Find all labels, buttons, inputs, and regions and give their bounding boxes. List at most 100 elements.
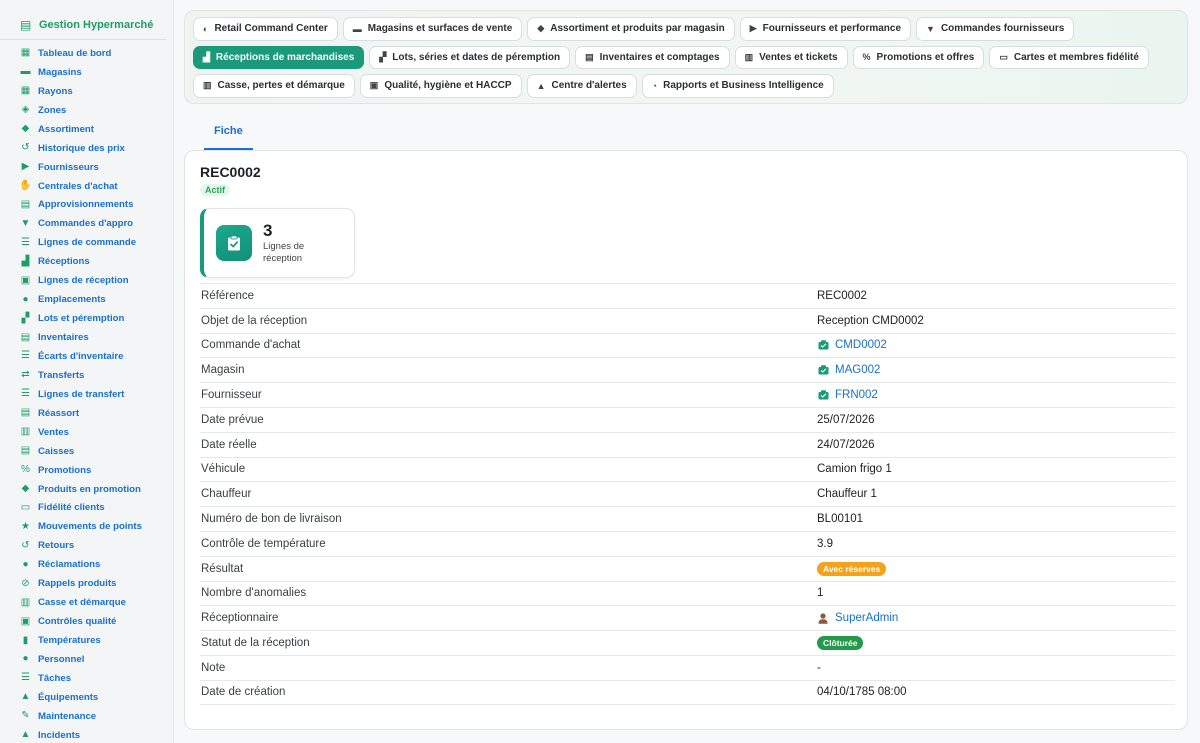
sidebar-item-historique-des-prix[interactable]: ↺ Historique des prix — [0, 139, 173, 158]
sidebar-item-equipements[interactable]: ▲ Équipements — [0, 688, 173, 707]
sidebar-item-magasins[interactable]: ▬ Magasins — [0, 63, 173, 82]
sidebar-item-lignes-de-reception[interactable]: ▣ Lignes de réception — [0, 271, 173, 290]
sidebar-item-fournisseurs[interactable]: ▶ Fournisseurs — [0, 158, 173, 177]
receptionnaire-link[interactable]: SuperAdmin — [835, 612, 898, 624]
receipt-icon: ▥ — [20, 426, 31, 438]
sidebar-item-approvisionnements[interactable]: ▤ Approvisionnements — [0, 196, 173, 215]
module-chip[interactable]: ▥ Ventes et tickets — [734, 45, 848, 69]
module-chip[interactable]: ▶ Fournisseurs et performance — [739, 17, 912, 41]
module-chip[interactable]: ▤ Inventaires et comptages — [575, 45, 730, 69]
field-label: Date prévue — [201, 413, 264, 426]
sidebar-item-personnel[interactable]: ● Personnel — [0, 650, 173, 669]
plug-icon: ▲ — [20, 691, 31, 703]
magasin-link[interactable]: MAG002 — [835, 364, 880, 376]
sidebar-item-zones[interactable]: ◈ Zones — [0, 101, 173, 120]
sidebar-brand[interactable]: ▤ Gestion Hypermarché — [0, 0, 167, 40]
sidebar-item-rappels-produits[interactable]: ⊘ Rappels produits — [0, 574, 173, 593]
commande-link[interactable]: CMD0002 — [835, 339, 887, 351]
field-label: Date réelle — [201, 438, 257, 451]
history-icon: ↺ — [21, 142, 30, 154]
sidebar-item-transferts[interactable]: ⇄ Transferts — [0, 366, 173, 385]
user-icon: ● — [22, 653, 29, 665]
module-chip[interactable]: % Promotions et offres — [852, 45, 985, 69]
sidebar-item-commandes-d-appro[interactable]: ▼ Commandes d'appro — [0, 214, 173, 233]
sidebar-item-casse-et-demarque[interactable]: ▥ Casse et démarque — [0, 593, 173, 612]
sidebar-item-mouvements-de-points[interactable]: ★ Mouvements de points — [0, 517, 173, 536]
cart-icon: ▼ — [20, 217, 31, 229]
sidebar-item-reclamations[interactable]: ● Réclamations — [0, 555, 173, 574]
sidebar-item-ventes[interactable]: ▥ Ventes — [0, 423, 173, 442]
sidebar-item-label: Incidents — [38, 729, 81, 741]
sidebar-item-promotions[interactable]: % Promotions — [0, 461, 173, 480]
module-chip[interactable]: ▲ Centre d'alertes — [526, 74, 637, 98]
sidebar-item-caisses[interactable]: ▤ Caisses — [0, 442, 173, 461]
module-chip[interactable]: ◔ Rapports et Business Intelligence — [641, 74, 834, 98]
detail-row-date-reelle: Date réelle 24/07/2026 — [200, 431, 1175, 457]
linked-record-icon — [817, 340, 829, 351]
field-value: 25/07/2026 — [817, 413, 875, 426]
sidebar-item-lignes-de-commande[interactable]: ☰ Lignes de commande — [0, 233, 173, 252]
sidebar-item-controles-qualite[interactable]: ▣ Contrôles qualité — [0, 612, 173, 631]
module-chip[interactable]: ▥ Casse, pertes et démarque — [193, 74, 355, 98]
module-chip[interactable]: ▭ Cartes et membres fidélité — [989, 45, 1149, 69]
list-icon: ☰ — [21, 350, 30, 362]
sidebar-item-fidelite-clients[interactable]: ▭ Fidélité clients — [0, 499, 173, 518]
detail-row-commande: Commande d'achat CMD0002 — [200, 332, 1175, 358]
sidebar-item-label: Températures — [38, 635, 101, 647]
field-label: Contrôle de température — [201, 537, 326, 550]
detail-row-objet: Objet de la réception Reception CMD0002 — [200, 307, 1175, 333]
sidebar-item-taches[interactable]: ☰ Tâches — [0, 669, 173, 688]
module-chip[interactable]: ◆ Assortiment et produits par magasin — [527, 17, 735, 41]
sidebar-item-label: Ventes — [38, 426, 69, 438]
field-label: Chauffeur — [201, 488, 252, 501]
sidebar-item-label: Emplacements — [38, 294, 106, 306]
sidebar-item-label: Tableau de bord — [38, 47, 112, 59]
grid-icon: ▦ — [20, 85, 31, 97]
clipboard-check-icon — [216, 225, 252, 261]
module-chip[interactable]: ▞ Lots, séries et dates de péremption — [369, 45, 571, 69]
sidebar-item-produits-en-promotion[interactable]: ◆ Produits en promotion — [0, 480, 173, 499]
sidebar-item-ecarts-d-inventaire[interactable]: ☰ Écarts d'inventaire — [0, 347, 173, 366]
fournisseur-link[interactable]: FRN002 — [835, 389, 878, 401]
stat-card-reception-lines[interactable]: 3 Lignes de réception — [200, 208, 355, 278]
detail-row-note: Note - — [200, 654, 1175, 680]
sidebar-item-lignes-de-transfert[interactable]: ☰ Lignes de transfert — [0, 385, 173, 404]
sidebar-item-receptions[interactable]: ▟ Réceptions — [0, 252, 173, 271]
sidebar-item-reassort[interactable]: ▤ Réassort — [0, 404, 173, 423]
sidebar-item-temperatures[interactable]: ▮ Températures — [0, 631, 173, 650]
sidebar-item-label: Assortiment — [38, 123, 94, 135]
sidebar-item-inventaires[interactable]: ▤ Inventaires — [0, 328, 173, 347]
sidebar-item-label: Rappels produits — [38, 578, 117, 590]
sidebar-item-lots-et-peremption[interactable]: ▞ Lots et péremption — [0, 309, 173, 328]
detail-row-statut: Statut de la réception Clôturée — [200, 630, 1175, 655]
module-chip-label: Centre d'alertes — [551, 80, 627, 92]
sidebar-item-retours[interactable]: ↺ Retours — [0, 536, 173, 555]
list-icon: ☰ — [21, 388, 30, 400]
sidebar-item-label: Lignes de commande — [38, 237, 137, 249]
ban-icon: ⊘ — [21, 577, 30, 589]
module-chip[interactable]: ▼ Commandes fournisseurs — [916, 17, 1075, 41]
tags-icon: ◆ — [537, 23, 545, 34]
detail-row-receptionnaire: Réceptionnaire SuperAdmin — [200, 605, 1175, 630]
tab-bar: Fiche — [204, 118, 253, 150]
sidebar-item-label: Réassort — [38, 407, 80, 419]
sidebar-item-label: Personnel — [38, 653, 85, 665]
sidebar-item-label: Écarts d'inventaire — [38, 350, 124, 362]
module-chip[interactable]: ▣ Qualité, hygiène et HACCP — [359, 74, 522, 98]
field-value: Reception CMD0002 — [817, 314, 924, 327]
module-nav-row: ▥ Casse, pertes et démarque ▣ Qualité, hygi… — [193, 74, 1179, 98]
module-chip[interactable]: ◐ Retail Command Center — [193, 17, 338, 41]
sidebar-item-emplacements[interactable]: ● Emplacements — [0, 290, 173, 309]
tab-fiche[interactable]: Fiche — [204, 118, 253, 150]
status-badge: Actif — [200, 184, 230, 196]
sidebar-item-incidents[interactable]: ▲ Incidents — [0, 726, 173, 743]
module-chip[interactable]: ▬ Magasins et surfaces de vente — [342, 17, 523, 41]
sidebar-item-label: Historique des prix — [38, 142, 125, 154]
resultat-badge: Avec réserves — [817, 561, 887, 576]
module-chip[interactable]: ▟ Réceptions de marchandises — [193, 45, 365, 69]
sidebar-item-tableau-de-bord[interactable]: ▦ Tableau de bord — [0, 44, 173, 63]
sidebar-item-maintenance[interactable]: ✎ Maintenance — [0, 707, 173, 726]
sidebar-item-assortiment[interactable]: ◆ Assortiment — [0, 120, 173, 139]
sidebar-item-centrales-d-achat[interactable]: ✋ Centrales d'achat — [0, 177, 173, 196]
sidebar-item-rayons[interactable]: ▦ Rayons — [0, 82, 173, 101]
